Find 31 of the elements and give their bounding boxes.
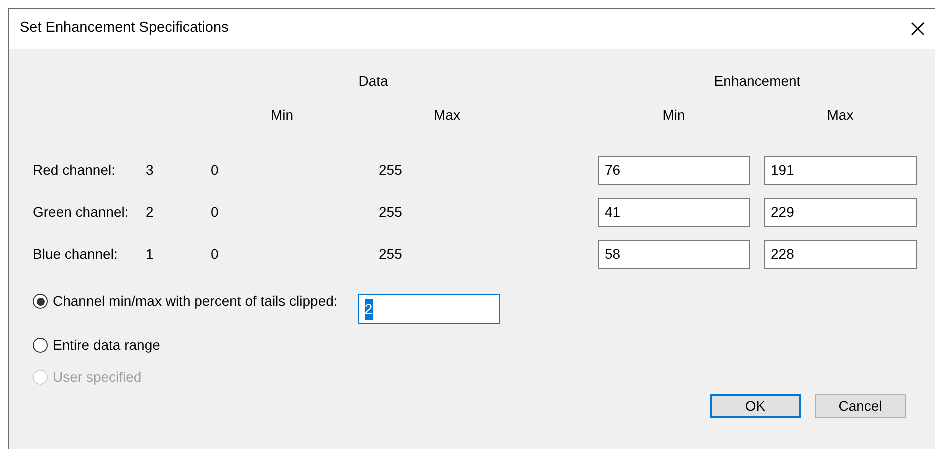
band-number: 2 (146, 202, 154, 222)
radio-option[interactable]: Channel min/max with percent of tails clipped: (33, 291, 338, 312)
max-field[interactable]: 228 (764, 240, 917, 268)
max-field[interactable]: 229 (764, 198, 917, 226)
band-number: 3 (146, 160, 154, 180)
min-field[interactable]: 41 (598, 198, 750, 226)
radio-option[interactable]: Entire data range (33, 334, 160, 356)
channel-label: Red channel: (33, 160, 116, 180)
column-heading: Max (827, 107, 854, 123)
channel-label: Green channel: (33, 202, 129, 222)
data-max-value: 255 (379, 160, 402, 180)
dialog-button[interactable]: Cancel (815, 394, 906, 418)
column-heading: Data (358, 73, 388, 89)
min-field[interactable]: 76 (598, 156, 750, 184)
radio-option: User specified (33, 366, 142, 388)
column-heading: Max (434, 107, 460, 123)
window-title: Set Enhancement Specifications (20, 19, 229, 38)
data-min-value: 0 (211, 160, 219, 180)
band-number: 1 (146, 244, 154, 264)
data-min-value: 0 (211, 244, 219, 264)
dialog-button[interactable]: OK (710, 394, 801, 418)
data-max-value: 255 (379, 202, 402, 222)
max-field[interactable]: 191 (764, 156, 917, 184)
column-heading: Min (662, 107, 686, 123)
column-heading: Min (271, 107, 294, 123)
percent-field[interactable]: 2 (358, 294, 500, 324)
min-field[interactable]: 58 (598, 240, 750, 268)
channel-label: Blue channel: (33, 244, 118, 264)
data-min-value: 0 (211, 202, 219, 222)
data-max-value: 255 (379, 244, 402, 264)
column-heading: Enhancement (714, 73, 801, 89)
